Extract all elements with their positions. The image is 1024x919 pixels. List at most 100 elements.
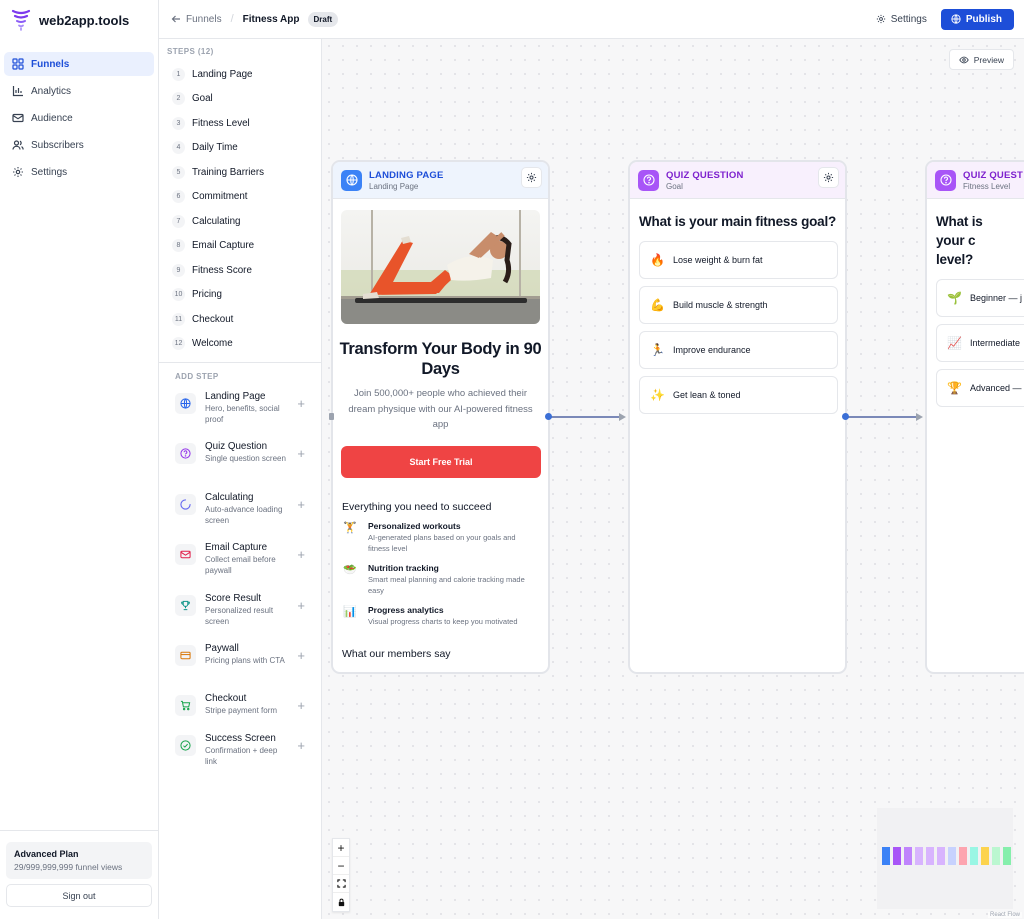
template-landing-page[interactable]: Landing Page Hero, benefits, social proof… (159, 391, 321, 441)
preview-button[interactable]: Preview (948, 49, 1014, 70)
template-score-result[interactable]: Score Result Personalized result screen + (159, 593, 321, 643)
step-item[interactable]: 12 Welcome (159, 332, 321, 357)
answer-option[interactable]: 📈 Intermediate (936, 324, 1024, 362)
globe-icon (951, 14, 961, 24)
publish-label: Publish (965, 13, 1002, 25)
answer-option[interactable]: 💪 Build muscle & strength (639, 286, 838, 324)
answer-option[interactable]: 🔥 Lose weight & burn fat (639, 241, 838, 279)
plus-icon[interactable]: + (297, 648, 305, 663)
node-output-handle[interactable] (842, 413, 849, 420)
step-item[interactable]: 1 Landing Page (159, 62, 321, 87)
plan-title: Advanced Plan (14, 849, 79, 859)
zoom-out-button[interactable]: − (333, 857, 349, 875)
node-input-handle[interactable] (329, 413, 334, 420)
plus-icon[interactable]: + (297, 396, 305, 411)
answer-options: 🔥 Lose weight & burn fat 💪 Build muscle & … (630, 241, 845, 414)
globe-icon (180, 398, 191, 409)
template-name: Checkout (205, 693, 247, 705)
minimap[interactable] (877, 808, 1013, 909)
step-item[interactable]: 2 Goal (159, 87, 321, 112)
gear-icon (876, 14, 885, 24)
publish-button[interactable]: Publish (940, 8, 1014, 30)
add-step-heading: ADD STEP (175, 372, 219, 381)
step-label: Fitness Level (192, 117, 250, 129)
start-trial-button[interactable]: Start Free Trial (341, 445, 541, 478)
step-item[interactable]: 5 Training Barriers (159, 160, 321, 185)
answer-option[interactable]: 🏆 Advanced — (936, 369, 1024, 407)
node-output-handle[interactable] (545, 413, 552, 420)
step-list: 1 Landing Page 2 Goal 3 Fitness Level 4 Dail… (159, 62, 321, 356)
nav-item-label: Funnels (31, 58, 70, 70)
node-quiz-goal[interactable]: QUIZ QUESTION Goal What is your main fit… (628, 160, 847, 674)
fit-view-button[interactable] (333, 875, 349, 893)
flow-edge[interactable] (847, 416, 918, 418)
nav-item-label: Audience (31, 112, 73, 124)
node-landing-page[interactable]: LANDING PAGE Landing Page Transform Your… (331, 160, 550, 674)
template-success-screen[interactable]: Success Screen Confirmation + deep link + (159, 733, 321, 783)
plus-icon[interactable]: + (297, 547, 305, 562)
plus-icon[interactable]: + (297, 446, 305, 461)
flow-canvas[interactable]: Preview LANDING PAGE Landing Page Transf… (322, 39, 1024, 919)
node-type: QUIZ QUEST (963, 169, 1024, 181)
brand-name: web2app.tools (39, 12, 130, 28)
nav-item-funnels[interactable]: Funnels (4, 52, 154, 76)
minimap-node (981, 847, 989, 865)
zoom-in-button[interactable]: + (333, 839, 349, 857)
flow-edge[interactable] (550, 416, 621, 418)
minimap-node (915, 847, 923, 865)
node-settings-button[interactable] (818, 167, 839, 188)
nav-item-subscribers[interactable]: Subscribers (4, 133, 154, 157)
template-checkout[interactable]: Checkout Stripe payment form + (159, 693, 321, 733)
nav-item-audience[interactable]: Audience (4, 106, 154, 130)
nav-item-label: Settings (31, 166, 68, 178)
step-item[interactable]: 6 Commitment (159, 185, 321, 210)
template-paywall[interactable]: Paywall Pricing plans with CTA + (159, 643, 321, 693)
top-actions: Settings Publish (876, 8, 1014, 30)
step-item[interactable]: 10 Pricing (159, 283, 321, 308)
step-item[interactable]: 7 Calculating (159, 209, 321, 234)
answer-option[interactable]: 🏃 Improve endurance (639, 331, 838, 369)
nav-item-analytics[interactable]: Analytics (4, 79, 154, 103)
step-number: 8 (172, 239, 185, 253)
step-item[interactable]: 8 Email Capture (159, 234, 321, 259)
node-quiz-fitness-level[interactable]: QUIZ QUEST Fitness Level What is your c … (925, 160, 1024, 674)
brand[interactable]: web2app.tools (0, 0, 158, 40)
template-icon-box (175, 594, 196, 616)
step-item[interactable]: 11 Checkout (159, 307, 321, 332)
fire-icon: 🔥 (650, 253, 665, 267)
answer-option[interactable]: 🌱 Beginner — j (936, 279, 1024, 317)
react-flow-attribution[interactable]: React Flow (987, 912, 1022, 918)
template-desc: Single question screen (205, 454, 286, 464)
nav-item-settings[interactable]: Settings (4, 160, 154, 184)
option-label: Intermediate (970, 338, 1021, 348)
template-quiz-question[interactable]: Quiz Question Single question screen + (159, 441, 321, 491)
minimap-node (959, 847, 967, 865)
template-email-capture[interactable]: Email Capture Collect email before paywal… (159, 542, 321, 592)
fit-view-icon (336, 879, 346, 888)
lock-button[interactable] (333, 893, 349, 911)
settings-button[interactable]: Settings (876, 14, 927, 25)
option-label: Improve endurance (673, 345, 751, 355)
step-item[interactable]: 4 Daily Time (159, 136, 321, 161)
template-calculating[interactable]: Calculating Auto-advance loading screen + (159, 492, 321, 542)
plus-icon[interactable]: + (297, 698, 305, 713)
mail-icon (180, 550, 191, 559)
step-number: 6 (172, 190, 185, 204)
plan-box: Advanced Plan 29/999,999,999 funnel view… (6, 842, 152, 879)
node-settings-button[interactable] (521, 167, 542, 188)
plus-icon[interactable]: + (297, 598, 305, 613)
template-icon-box (175, 695, 196, 717)
plus-icon[interactable]: + (297, 738, 305, 753)
minimap-node (992, 847, 1000, 865)
template-desc: Auto-advance loading screen (205, 504, 283, 525)
plus-icon[interactable]: + (297, 497, 305, 512)
option-label: Advanced — (970, 383, 1022, 393)
breadcrumb-back-link[interactable]: Funnels (171, 14, 222, 25)
template-list: Landing Page Hero, benefits, social proof… (159, 391, 321, 784)
salad-icon: 🥗 (343, 563, 357, 576)
step-item[interactable]: 9 Fitness Score (159, 258, 321, 283)
answer-option[interactable]: ✨ Get lean & toned (639, 376, 838, 414)
sign-out-button[interactable]: Sign out (6, 884, 152, 907)
step-item[interactable]: 3 Fitness Level (159, 111, 321, 136)
node-type: LANDING PAGE (369, 169, 444, 181)
